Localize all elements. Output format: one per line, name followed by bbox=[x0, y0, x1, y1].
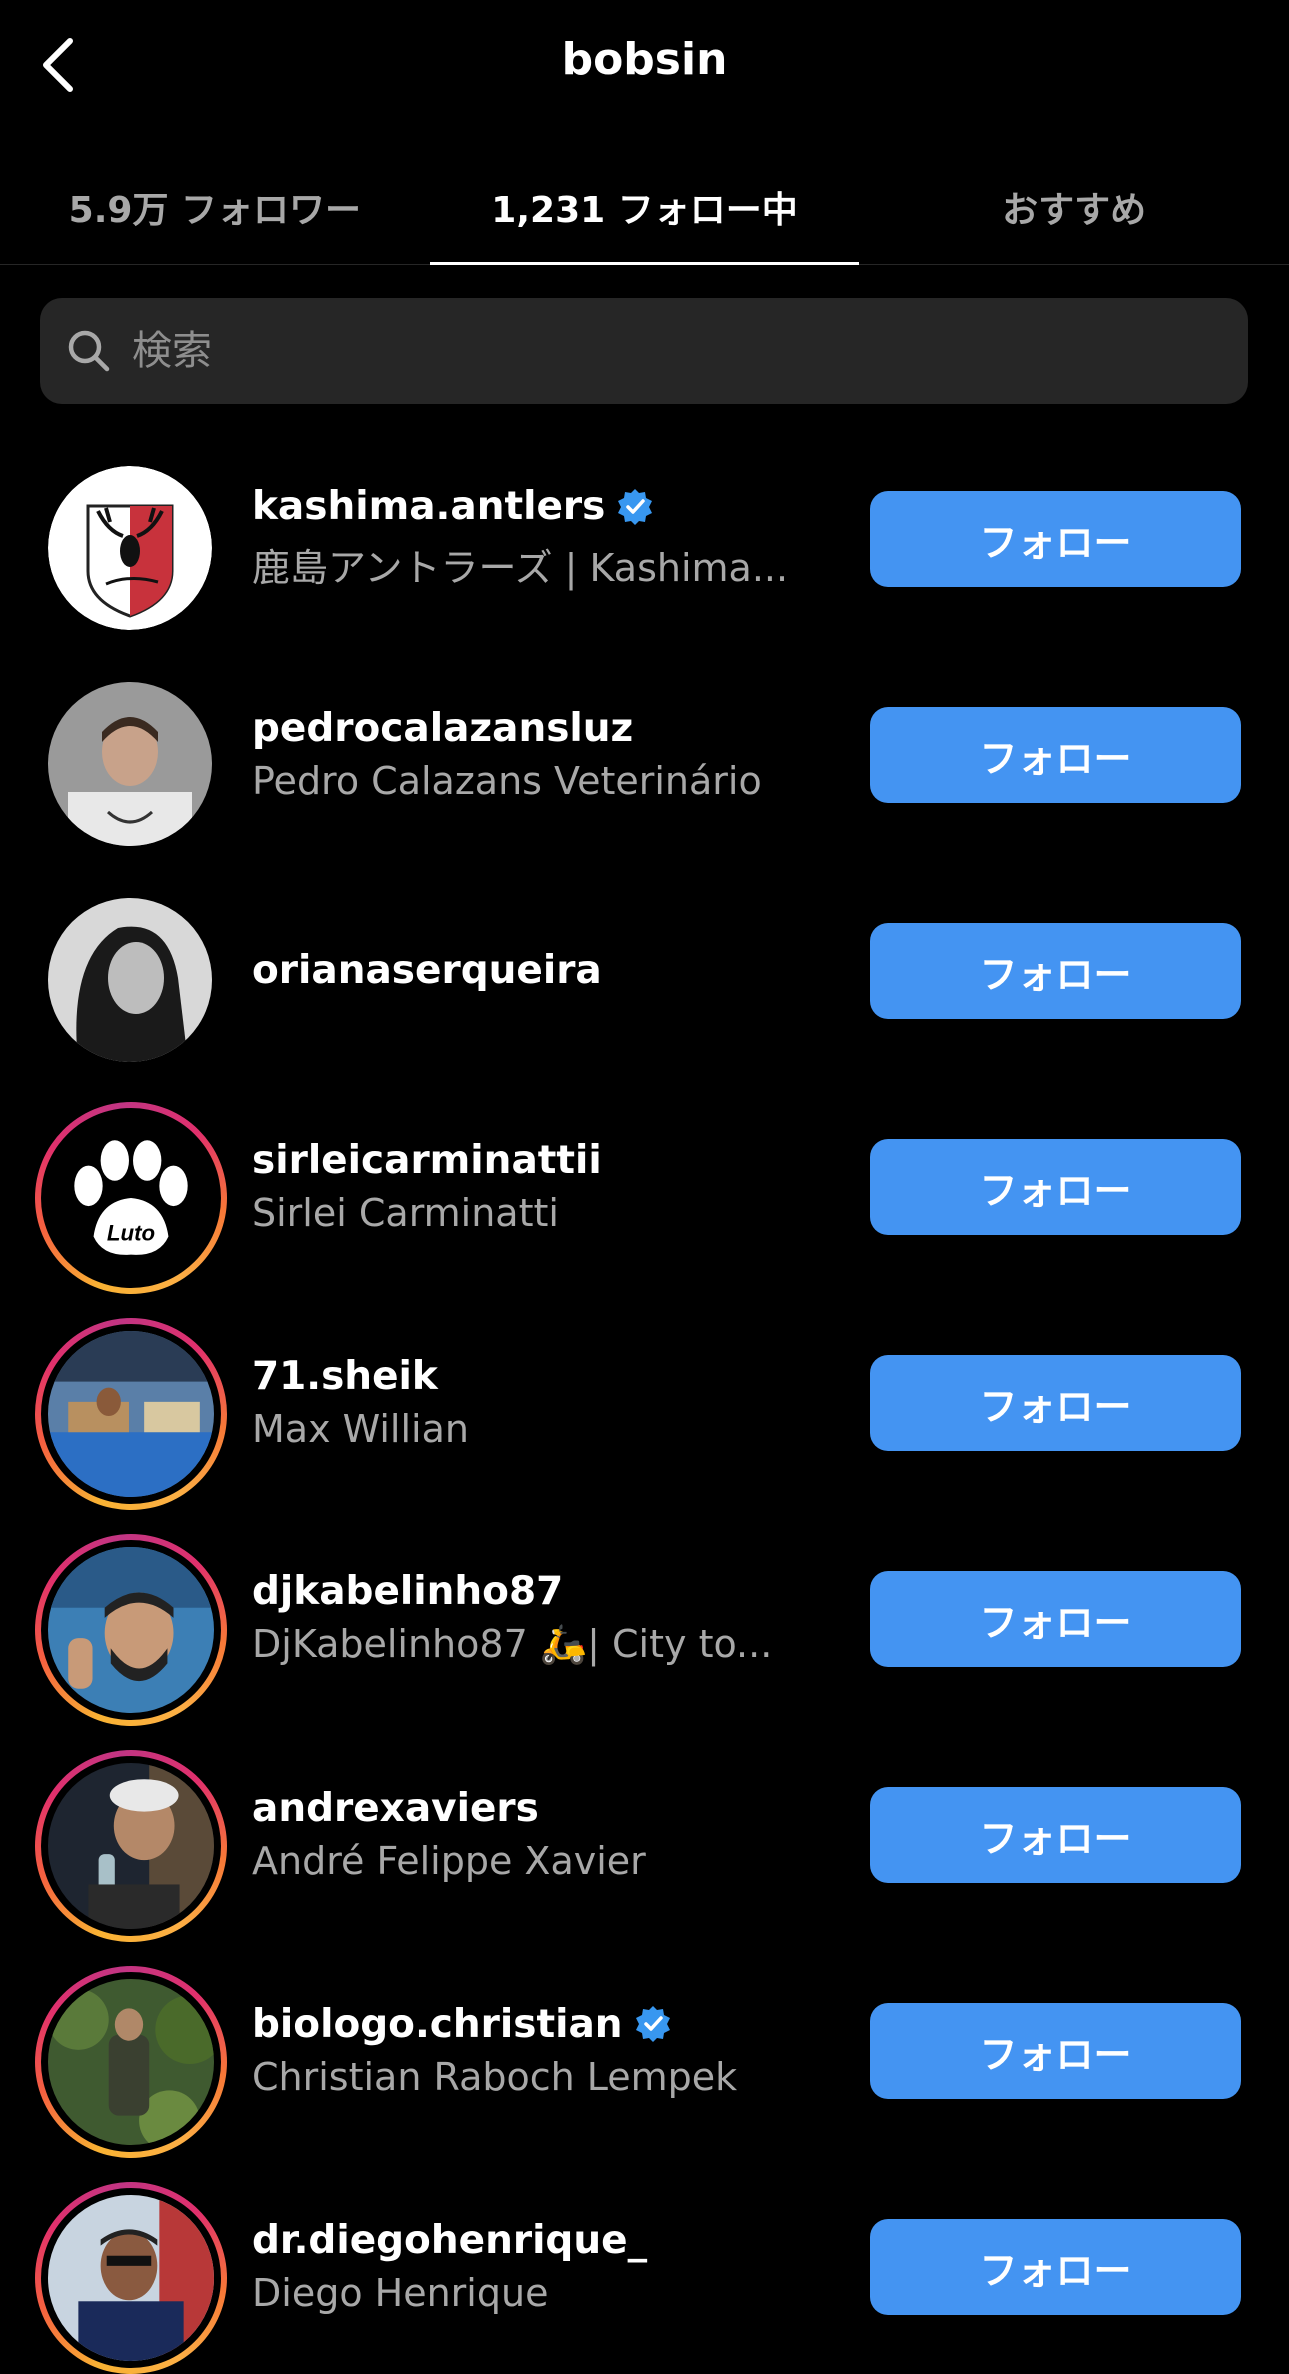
full-name: DjKabelinho87 🛵| City to... bbox=[252, 1622, 773, 1666]
list-item[interactable]: andrexaviers André Felippe Xavier フォロー bbox=[0, 1726, 1289, 1942]
full-name: Pedro Calazans Veterinário bbox=[252, 758, 762, 803]
list-item[interactable]: biologo.christian Christian Raboch Lempe… bbox=[0, 1942, 1289, 2158]
list-item[interactable]: kashima.antlers 鹿島アントラーズ | Kashima... フォ… bbox=[0, 430, 1289, 646]
paw-print-image: Luto bbox=[48, 1115, 214, 1281]
kashima-logo-image bbox=[48, 466, 212, 630]
username[interactable]: biologo.christian bbox=[252, 2002, 623, 2047]
username[interactable]: andrexaviers bbox=[252, 1786, 539, 1831]
profile-photo-image bbox=[48, 682, 212, 852]
follow-button[interactable]: フォロー bbox=[870, 1139, 1241, 1235]
page-title: bobsin bbox=[561, 34, 728, 85]
follow-button[interactable]: フォロー bbox=[870, 1355, 1241, 1451]
avatar-text: Luto bbox=[107, 1221, 155, 1246]
username[interactable]: pedrocalazansluz bbox=[252, 706, 633, 751]
list-item[interactable]: orianaserqueira フォロー bbox=[0, 862, 1289, 1078]
list-item[interactable]: Luto sirleicarminattii Sirlei Carminatti… bbox=[0, 1078, 1289, 1294]
account-info: sirleicarminattii Sirlei Carminatti bbox=[252, 1078, 812, 1294]
follow-button[interactable]: フォロー bbox=[870, 491, 1241, 587]
username[interactable]: kashima.antlers bbox=[252, 484, 605, 529]
tab-bar: 5.9万 フォロワー 1,231 フォロー中 おすすめ bbox=[0, 150, 1289, 265]
header: bobsin bbox=[0, 0, 1289, 135]
full-name: Diego Henrique bbox=[252, 2270, 549, 2315]
search-icon bbox=[68, 330, 110, 372]
verified-badge-icon bbox=[618, 488, 653, 525]
avatar-story-ring[interactable]: Luto bbox=[35, 1102, 227, 1294]
account-info: biologo.christian Christian Raboch Lempe… bbox=[252, 1942, 812, 2158]
follow-button[interactable]: フォロー bbox=[870, 707, 1241, 803]
avatar-story-ring[interactable] bbox=[35, 1966, 227, 2158]
full-name: André Felippe Xavier bbox=[252, 1838, 646, 1883]
full-name: 鹿島アントラーズ | Kashima... bbox=[252, 546, 789, 590]
profile-photo-image bbox=[48, 1547, 214, 1713]
search-input[interactable] bbox=[132, 328, 1182, 374]
avatar-story-ring[interactable] bbox=[35, 1534, 227, 1726]
search-bar[interactable] bbox=[40, 298, 1248, 404]
username[interactable]: 71.sheik bbox=[252, 1354, 438, 1399]
verified-badge-icon bbox=[635, 2006, 670, 2042]
account-info: orianaserqueira bbox=[252, 862, 812, 1078]
username[interactable]: dr.diegohenrique_ bbox=[252, 2218, 647, 2263]
account-info: djkabelinho87 DjKabelinho87 🛵| City to..… bbox=[252, 1510, 812, 1726]
list-item[interactable]: pedrocalazansluz Pedro Calazans Veteriná… bbox=[0, 646, 1289, 862]
follow-button[interactable]: フォロー bbox=[870, 1787, 1241, 1883]
follow-button[interactable]: フォロー bbox=[870, 2219, 1241, 2315]
avatar[interactable] bbox=[35, 453, 225, 643]
following-list: kashima.antlers 鹿島アントラーズ | Kashima... フォ… bbox=[0, 430, 1289, 2374]
avatar[interactable] bbox=[35, 669, 225, 859]
full-name: Sirlei Carminatti bbox=[252, 1190, 559, 1235]
profile-photo-image bbox=[48, 1763, 214, 1929]
avatar-story-ring[interactable] bbox=[35, 2182, 227, 2374]
full-name: Christian Raboch Lempek bbox=[252, 2054, 738, 2099]
tab-followers[interactable]: 5.9万 フォロワー bbox=[0, 150, 430, 264]
follow-button[interactable]: フォロー bbox=[870, 923, 1241, 1019]
list-item[interactable]: dr.diegohenrique_ Diego Henrique フォロー bbox=[0, 2158, 1289, 2374]
account-info: pedrocalazansluz Pedro Calazans Veteriná… bbox=[252, 646, 812, 862]
username[interactable]: sirleicarminattii bbox=[252, 1138, 602, 1183]
follow-button[interactable]: フォロー bbox=[870, 2003, 1241, 2099]
account-info: kashima.antlers 鹿島アントラーズ | Kashima... bbox=[252, 430, 812, 646]
full-name: Max Willian bbox=[252, 1406, 469, 1451]
list-item[interactable]: djkabelinho87 DjKabelinho87 🛵| City to..… bbox=[0, 1510, 1289, 1726]
list-item[interactable]: 71.sheik Max Willian フォロー bbox=[0, 1294, 1289, 1510]
avatar-story-ring[interactable] bbox=[35, 1750, 227, 1942]
profile-photo-image bbox=[48, 898, 212, 1062]
tab-suggested[interactable]: おすすめ bbox=[859, 150, 1289, 264]
account-info: 71.sheik Max Willian bbox=[252, 1294, 812, 1510]
account-info: andrexaviers André Felippe Xavier bbox=[252, 1726, 812, 1942]
tab-following[interactable]: 1,231 フォロー中 bbox=[429, 150, 860, 265]
profile-photo-image bbox=[48, 1331, 214, 1497]
profile-photo-image bbox=[48, 1979, 225, 2152]
follow-button[interactable]: フォロー bbox=[870, 1571, 1241, 1667]
avatar[interactable] bbox=[35, 885, 225, 1075]
profile-photo-image bbox=[48, 2195, 214, 2363]
account-info: dr.diegohenrique_ Diego Henrique bbox=[252, 2158, 812, 2374]
username[interactable]: orianaserqueira bbox=[252, 948, 602, 993]
avatar-story-ring[interactable] bbox=[35, 1318, 227, 1510]
username[interactable]: djkabelinho87 bbox=[252, 1569, 563, 1614]
